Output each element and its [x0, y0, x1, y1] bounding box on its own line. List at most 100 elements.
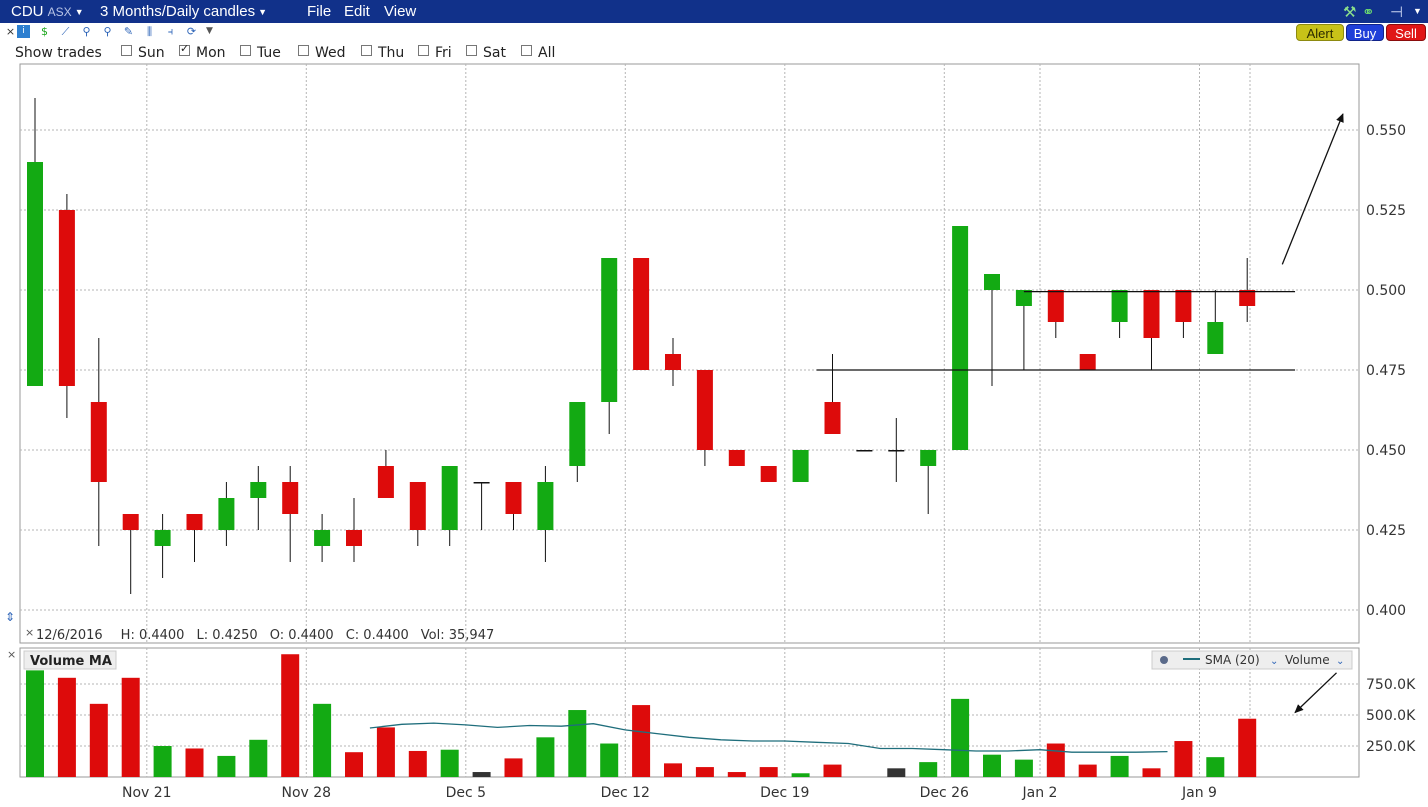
volume-tick-label: 250.0K: [1366, 739, 1416, 755]
volume-bar: [632, 705, 651, 777]
price-tick-label: 0.450: [1366, 443, 1406, 459]
price-tick-label: 0.475: [1366, 363, 1406, 379]
date-tick-label: Dec 19: [760, 785, 809, 801]
volume-tick-label: 750.0K: [1366, 677, 1416, 693]
candle-body: [377, 466, 394, 498]
volume-bar: [313, 703, 332, 777]
volume-bar: [1046, 743, 1065, 777]
candle-body: [760, 466, 777, 482]
candle-body: [824, 402, 841, 434]
volume-bar: [1206, 757, 1225, 777]
volume-bar: [823, 764, 842, 777]
candle-body: [282, 482, 299, 514]
volume-bar: [664, 763, 682, 777]
volume-legend-label: Volume: [1285, 653, 1330, 667]
date-tick-label: Nov 21: [122, 785, 172, 801]
candle-body: [1175, 290, 1192, 322]
volume-bar: [983, 754, 1001, 777]
date-tick-label: Dec 26: [920, 785, 969, 801]
volume-bar: [1142, 768, 1161, 777]
price-tick-label: 0.500: [1366, 283, 1406, 299]
volume-bar: [536, 737, 555, 777]
volume-bar: [153, 746, 172, 777]
volume-bar: [217, 755, 236, 777]
sma-legend-label: SMA (20): [1205, 653, 1260, 667]
volume-bar: [1014, 759, 1033, 777]
chevron-down-icon[interactable]: ⌄: [1270, 656, 1278, 667]
volume-bar: [1110, 755, 1129, 777]
candle-body: [218, 498, 235, 530]
volume-title: Volume MA: [30, 654, 112, 669]
volume-bar: [185, 748, 204, 777]
date-tick-label: Dec 12: [601, 785, 650, 801]
candle-body: [90, 402, 107, 482]
volume-bar: [249, 739, 268, 777]
candle-body: [186, 514, 203, 530]
candle-body: [920, 450, 937, 466]
candle-body: [1047, 290, 1064, 322]
volume-bar: [919, 762, 938, 777]
candle-body: [346, 530, 362, 546]
price-volume-chart[interactable]: 0.400 0.425 0.450 0.475 0.500 0.525 0.550 250.…: [0, 0, 1428, 807]
candle-body: [250, 482, 267, 498]
volume-bar: [121, 677, 140, 777]
volume-bar: [695, 767, 714, 777]
candle-body: [952, 226, 969, 450]
candle-body: [1111, 290, 1128, 322]
candle-body: [1143, 290, 1160, 338]
volume-bar: [281, 654, 300, 777]
volume-tick-label: 500.0K: [1366, 708, 1416, 724]
volume-bar: [759, 767, 778, 777]
candle-body: [569, 402, 586, 466]
volume-bar: [791, 773, 810, 777]
volume-bar: [568, 710, 587, 777]
volume-bar: [440, 749, 459, 777]
settings-icon[interactable]: [1160, 656, 1168, 664]
candle-body: [696, 370, 713, 450]
candle-body: [728, 450, 745, 466]
candle-body: [888, 450, 905, 452]
close-icon[interactable]: ×: [7, 648, 16, 661]
price-axis: 0.400 0.425 0.450 0.475 0.500 0.525 0.550: [1366, 123, 1406, 619]
candle-body: [473, 482, 490, 484]
date-tick-label: Jan 2: [1022, 785, 1058, 801]
candle-body: [856, 450, 873, 452]
candle-body: [154, 530, 171, 546]
volume-bar: [345, 752, 363, 777]
volume-bar: [89, 703, 108, 777]
volume-axis: 250.0K 500.0K 750.0K: [1366, 677, 1416, 755]
volume-bar: [57, 677, 76, 777]
candle-body: [537, 482, 554, 530]
candle-body: [441, 466, 458, 530]
volume-bar: [376, 727, 395, 777]
volume-bar: [26, 670, 44, 777]
volume-bar: [887, 768, 906, 777]
volume-bar: [951, 698, 970, 777]
candle-body: [792, 450, 809, 482]
date-tick-label: Dec 5: [446, 785, 486, 801]
candle-body: [1207, 322, 1224, 354]
close-icon[interactable]: ×: [25, 626, 34, 639]
resize-handle-icon[interactable]: ⇕: [5, 610, 15, 624]
volume-bar: [408, 750, 427, 777]
price-tick-label: 0.425: [1366, 523, 1406, 539]
volume-bar: [472, 772, 491, 777]
volume-bar: [1078, 764, 1097, 777]
date-axis: Nov 21 Nov 28 Dec 5 Dec 12 Dec 19 Dec 26 Jan 2…: [122, 785, 1217, 801]
date-tick-label: Nov 28: [282, 785, 332, 801]
candle-body: [409, 482, 426, 530]
candle-body: [665, 354, 681, 370]
candle-body: [601, 258, 618, 402]
volume-bar: [504, 758, 523, 777]
candle-body: [58, 210, 75, 386]
volume-bar: [1174, 741, 1193, 777]
candle-body: [1239, 290, 1256, 306]
candle-body: [122, 514, 139, 530]
price-tick-label: 0.525: [1366, 203, 1406, 219]
volume-bar: [1238, 718, 1257, 777]
volume-bar: [600, 743, 619, 777]
chevron-down-icon[interactable]: ⌄: [1336, 656, 1344, 667]
candle-body: [984, 274, 1000, 290]
candle-body: [505, 482, 522, 514]
candle-body: [1015, 290, 1032, 306]
